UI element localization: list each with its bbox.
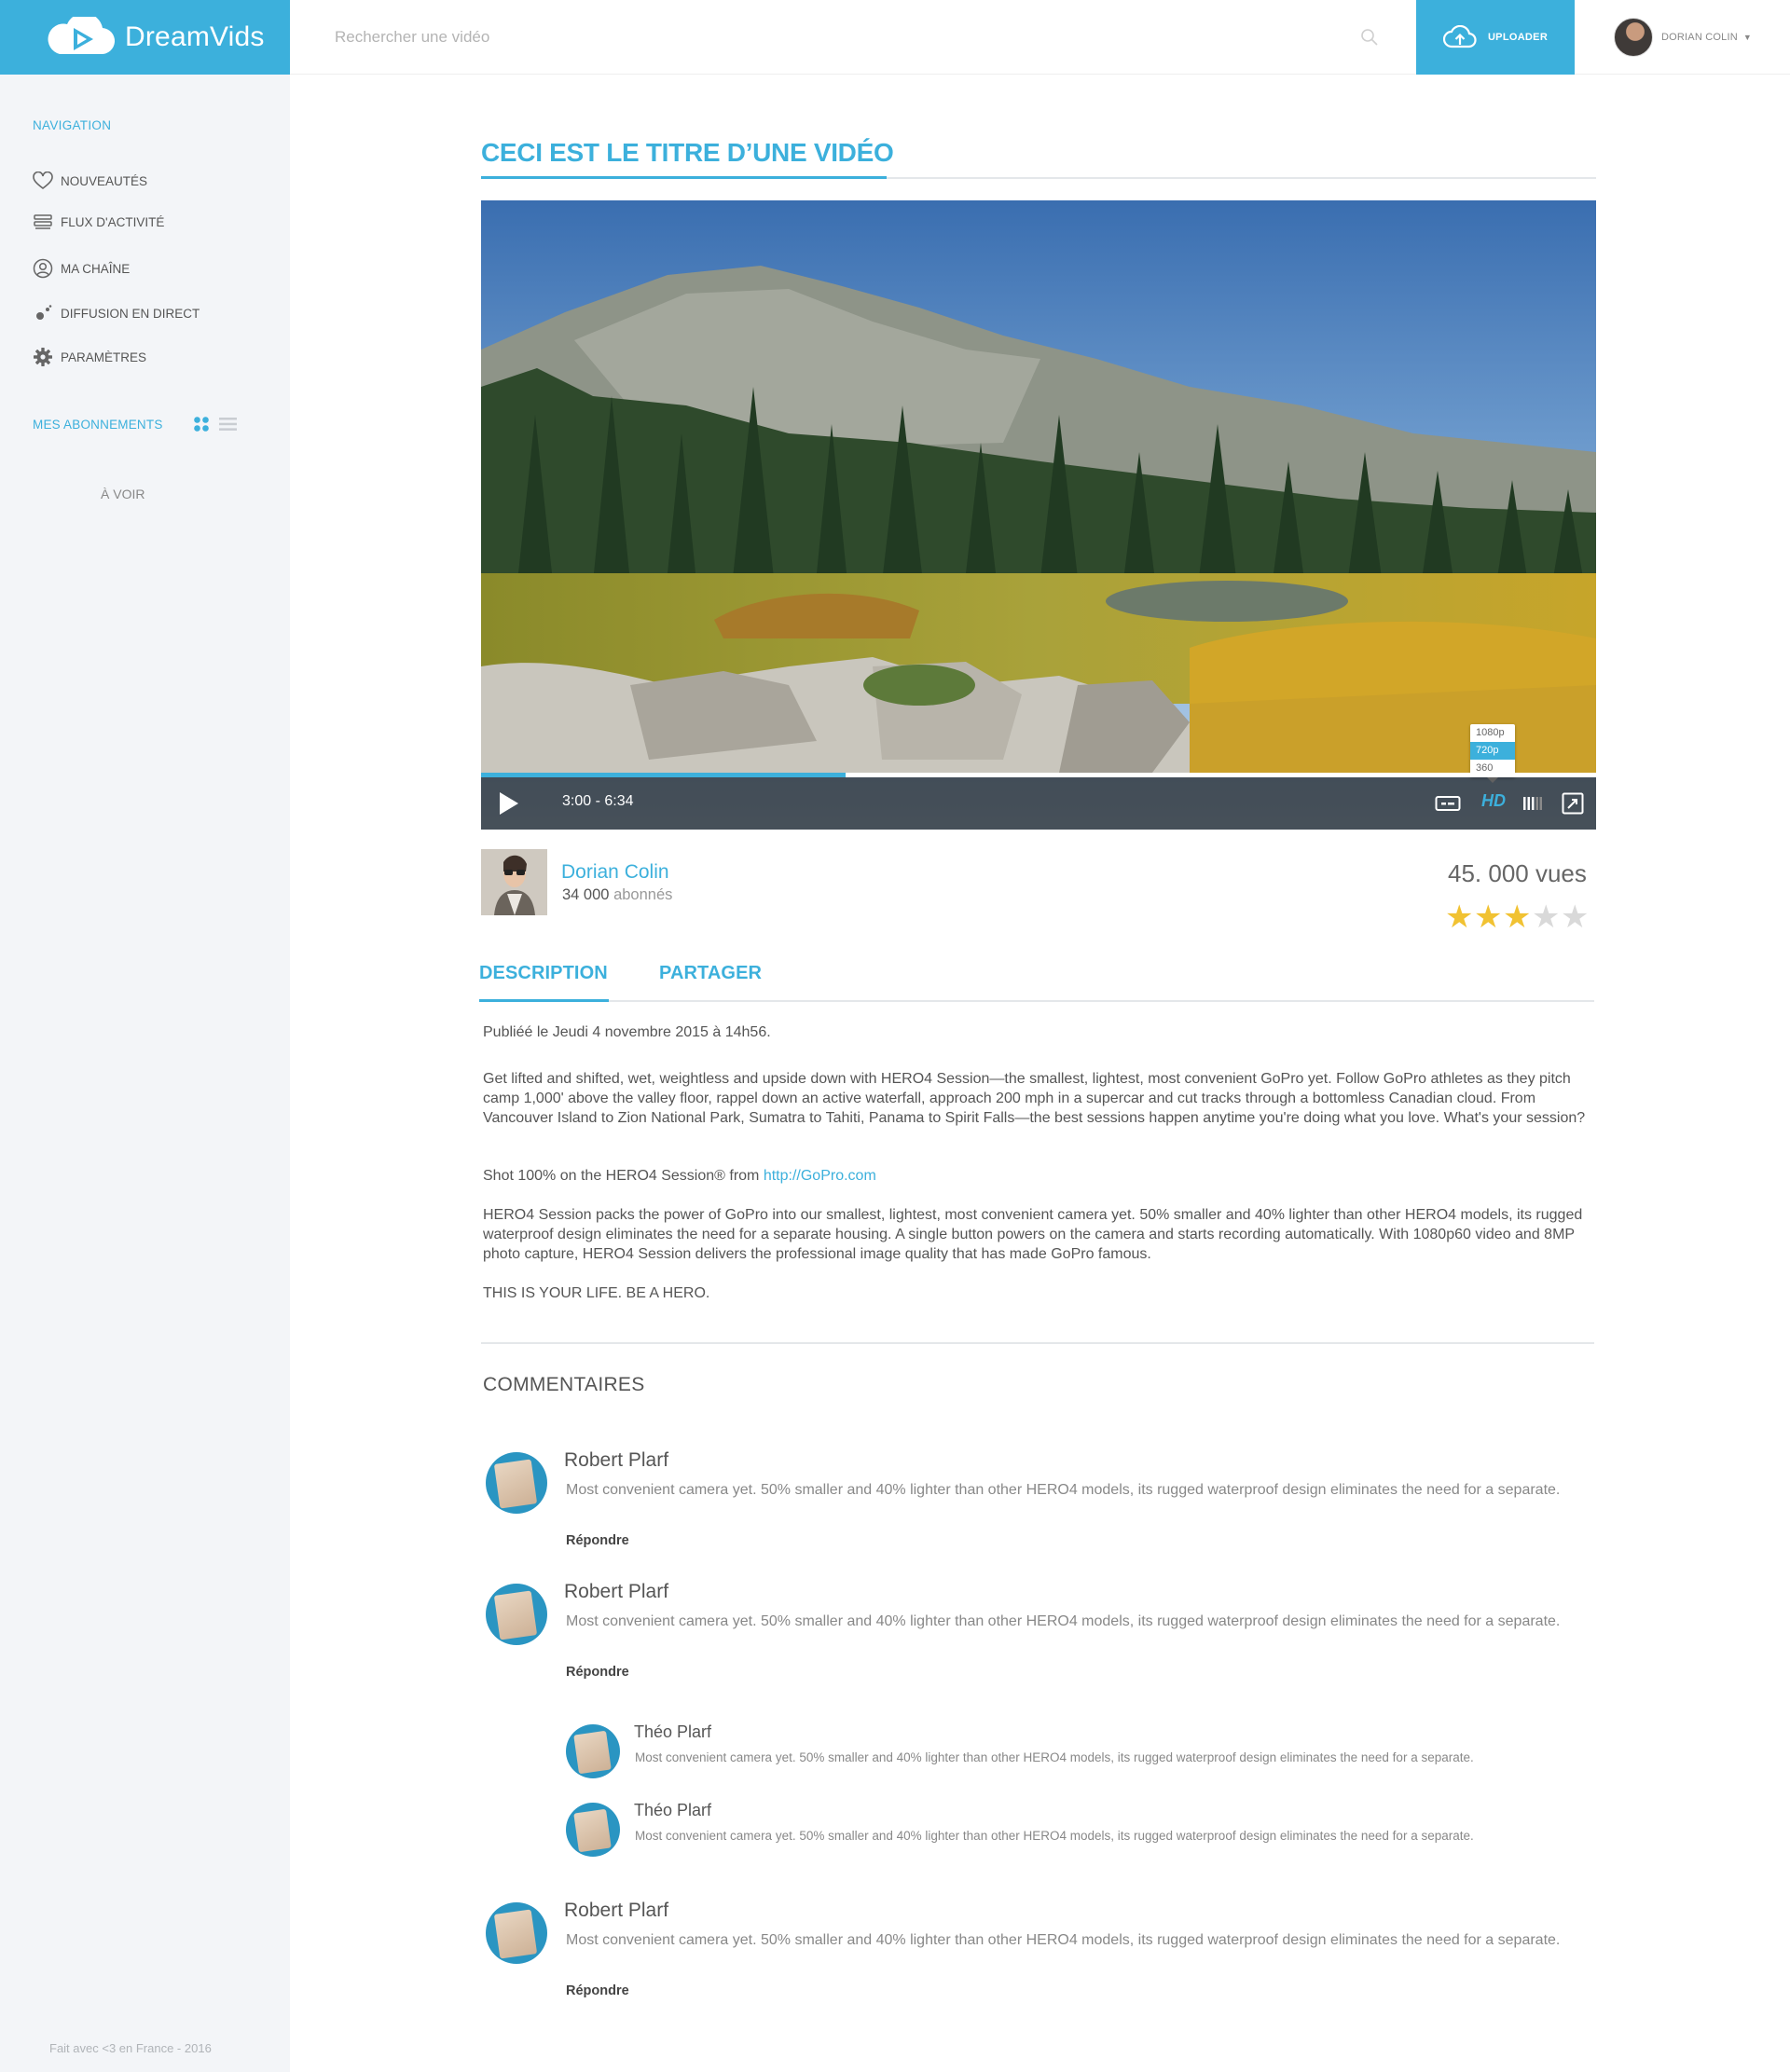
page-title: CECI EST LE TITRE D’UNE VIDÉO — [481, 138, 894, 167]
rating-stars[interactable]: ★ ★ ★ ★ ★ — [1445, 901, 1590, 933]
active-tab-underline — [479, 999, 609, 1002]
sidebar-item-diffusion[interactable]: DIFFUSION EN DIRECT — [33, 304, 200, 322]
quality-menu: 1080p 720p 360 — [1470, 724, 1515, 783]
star-icon[interactable]: ★ — [1561, 901, 1589, 933]
subscriber-label: abonnés — [613, 886, 673, 903]
search-input[interactable] — [290, 27, 1222, 47]
reply-button[interactable]: Répondre — [566, 1665, 629, 1680]
reply-button[interactable]: Répondre — [566, 1983, 629, 1998]
search-icon[interactable] — [1360, 28, 1379, 47]
star-icon[interactable]: ★ — [1503, 901, 1531, 933]
description-shot-line: Shot 100% on the HERO4 Session® from htt… — [483, 1166, 1594, 1186]
star-icon[interactable]: ★ — [1474, 901, 1502, 933]
cloud-upload-icon — [1442, 25, 1477, 48]
caret-down-icon: ▼ — [1742, 32, 1752, 42]
comment-author[interactable]: Robert Plarf — [564, 1900, 668, 1922]
tabs-divider — [481, 1000, 1594, 1002]
title-accent-underline — [481, 176, 887, 179]
time-display: 3:00 - 6:34 — [562, 793, 634, 809]
cloud-play-logo-icon — [48, 17, 116, 55]
sidebar-item-label: NOUVEAUTÉS — [61, 173, 148, 188]
channel-name[interactable]: Dorian Colin — [561, 861, 669, 884]
quality-option-720p[interactable]: 720p — [1470, 742, 1515, 760]
commenter-avatar[interactable] — [486, 1452, 547, 1514]
quality-option-1080p[interactable]: 1080p — [1470, 724, 1515, 742]
subscriber-count: 34 000 abonnés — [562, 886, 672, 904]
subscriptions-title: MES ABONNEMENTS — [33, 418, 163, 432]
play-icon[interactable] — [498, 791, 520, 816]
stack-icon — [34, 214, 52, 229]
comment-text: Most convenient camera yet. 50% smaller … — [566, 1932, 1561, 1948]
logo-text: DreamVids — [125, 21, 265, 52]
sidebar-item-label: DIFFUSION EN DIRECT — [61, 306, 200, 321]
search-bar — [290, 0, 1416, 75]
nav-title: NAVIGATION — [33, 118, 112, 132]
logo[interactable]: DreamVids — [0, 0, 290, 75]
author-portrait — [481, 849, 547, 915]
user-menu[interactable]: DORIAN COLIN ▼ — [1575, 0, 1790, 75]
video-player[interactable]: 1080p 720p 360 3:00 - 6:34 HD — [481, 200, 1596, 830]
description-paragraph-2: HERO4 Session packs the power of GoPro i… — [483, 1207, 1583, 1262]
sidebar-item-label: PARAMÈTRES — [61, 350, 147, 364]
section-divider — [481, 1342, 1594, 1344]
reply-text: Most convenient camera yet. 50% smaller … — [635, 1750, 1474, 1764]
publish-date: Publiéé le Jeudi 4 novembre 2015 à 14h56… — [483, 1024, 771, 1040]
commenter-avatar[interactable] — [486, 1902, 547, 1964]
tab-partager[interactable]: PARTAGER — [659, 963, 762, 984]
fullscreen-icon[interactable] — [1562, 792, 1584, 815]
list-view-icon[interactable] — [219, 416, 237, 432]
shot-text: Shot 100% on the HERO4 Session® from — [483, 1168, 764, 1184]
view-count: 45. 000 vues — [1448, 859, 1587, 887]
user-circle-icon — [33, 258, 53, 279]
comment-text: Most convenient camera yet. 50% smaller … — [566, 1482, 1561, 1498]
description-paragraph-1: Get lifted and shifted, wet, weightless … — [483, 1071, 1586, 1126]
avatar — [1614, 17, 1653, 57]
reply-avatar[interactable] — [566, 1724, 620, 1778]
broadcast-icon — [36, 305, 52, 320]
star-icon[interactable]: ★ — [1445, 901, 1473, 933]
tab-description[interactable]: DESCRIPTION — [479, 963, 608, 984]
comment-author[interactable]: Robert Plarf — [564, 1449, 668, 1472]
comment-author[interactable]: Robert Plarf — [564, 1581, 668, 1603]
comments-title: COMMENTAIRES — [483, 1374, 645, 1395]
reply-text: Most convenient camera yet. 50% smaller … — [635, 1829, 1474, 1843]
sidebar-item-parametres[interactable]: PARAMÈTRES — [33, 347, 146, 367]
user-name: DORIAN COLIN — [1661, 31, 1738, 43]
star-icon[interactable]: ★ — [1532, 901, 1560, 933]
sidebar-item-flux[interactable]: FLUX D'ACTIVITÉ — [33, 214, 164, 229]
sidebar-item-label: MA CHAÎNE — [61, 261, 131, 276]
gopro-link[interactable]: http://GoPro.com — [764, 1168, 876, 1184]
hd-quality-button[interactable]: HD — [1481, 791, 1506, 811]
volume-bars-icon[interactable] — [1523, 795, 1542, 812]
reply-author[interactable]: Théo Plarf — [634, 1722, 711, 1742]
player-controls: 3:00 - 6:34 HD — [481, 777, 1596, 830]
comment-text: Most convenient camera yet. 50% smaller … — [566, 1613, 1561, 1629]
gear-icon — [34, 348, 52, 366]
reply-button[interactable]: Répondre — [566, 1533, 629, 1548]
sidebar-item-ma-chaine[interactable]: MA CHAÎNE — [33, 258, 130, 279]
video-frame — [481, 200, 1596, 830]
footer-note: Fait avec <3 en France - 2016 — [49, 2041, 212, 2055]
subtitles-icon[interactable] — [1435, 794, 1461, 813]
reply-author[interactable]: Théo Plarf — [634, 1801, 711, 1820]
sidebar-item-label: FLUX D'ACTIVITÉ — [61, 214, 165, 229]
upload-button[interactable]: UPLOADER — [1416, 0, 1575, 75]
sidebar-item-nouveautes[interactable]: NOUVEAUTÉS — [33, 172, 147, 190]
subscriber-number: 34 000 — [562, 886, 610, 903]
commenter-avatar[interactable] — [486, 1584, 547, 1645]
a-voir-link[interactable]: À VOIR — [101, 487, 145, 501]
heart-icon — [33, 172, 53, 190]
grid-view-icon[interactable] — [193, 416, 210, 432]
reply-avatar[interactable] — [566, 1803, 620, 1857]
upload-label: UPLOADER — [1487, 32, 1549, 43]
sidebar: NAVIGATION NOUVEAUTÉS FLUX D'ACTIVITÉ MA… — [0, 75, 290, 2072]
description-paragraph-3: THIS IS YOUR LIFE. BE A HERO. — [483, 1285, 710, 1301]
channel-avatar[interactable] — [481, 849, 547, 915]
